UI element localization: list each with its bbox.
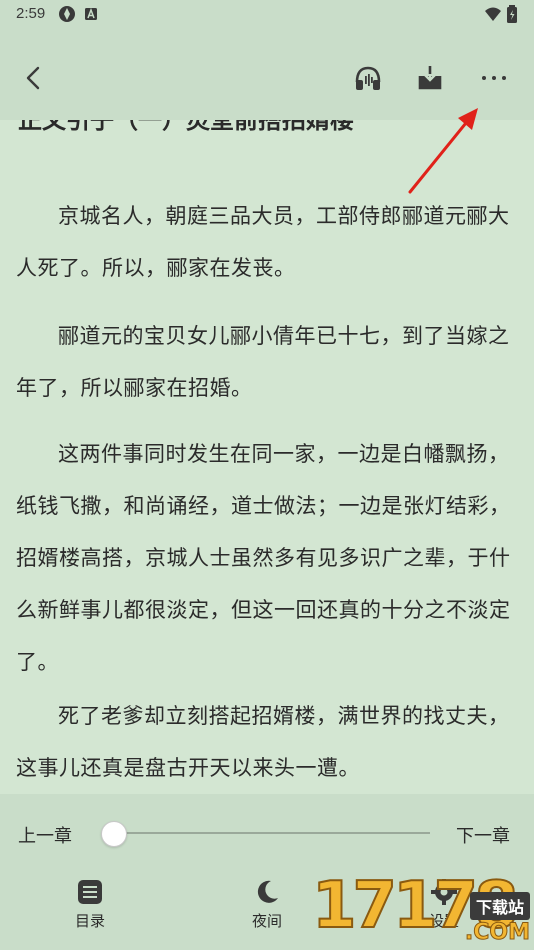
paragraph: 郦道元的宝贝女儿郦小倩年已十七，到了当嫁之年了，所以郦家在招婚。 xyxy=(16,324,510,400)
slider-thumb[interactable] xyxy=(101,821,127,847)
gear-icon xyxy=(431,879,457,905)
tab-catalog[interactable]: 目录 xyxy=(50,878,130,931)
app-notification-icon xyxy=(59,6,75,22)
paragraph: 死了老爹却立刻搭起招婿楼，满世界的找丈夫，这事儿还真是盘古开天以来头一遭。 xyxy=(16,704,510,780)
tab-night-mode[interactable]: 夜间 xyxy=(227,878,307,931)
chapter-progress-slider[interactable] xyxy=(114,832,430,834)
paragraph: 京城名人，朝庭三品大员，工部侍郎郦道元郦大人死了。所以，郦家在发丧。 xyxy=(16,204,510,280)
prev-chapter-button[interactable]: 上一章 xyxy=(18,822,72,848)
audiobook-icon[interactable] xyxy=(348,58,388,98)
reader-bottom-panel: 上一章 下一章 目录 夜间 设置 xyxy=(0,794,534,950)
battery-icon xyxy=(507,5,517,23)
more-options-icon[interactable] xyxy=(474,58,514,98)
a-notification-icon xyxy=(85,7,97,20)
status-time: 2:59 xyxy=(16,5,46,22)
tab-label: 设置 xyxy=(428,912,459,930)
tab-label: 目录 xyxy=(74,912,105,930)
moon-icon xyxy=(257,880,278,903)
list-icon xyxy=(78,880,102,904)
annotation-arrow-icon xyxy=(408,108,478,194)
status-bar: 2:59 xyxy=(0,0,534,30)
paragraph: 这两件事同时发生在同一家，一边是白幡飘扬，纸钱飞撒，和尚诵经，道士做法；一边是张… xyxy=(16,442,511,674)
back-icon[interactable] xyxy=(14,58,54,98)
wifi-icon xyxy=(485,7,501,21)
download-icon[interactable] xyxy=(410,58,450,98)
tab-label: 夜间 xyxy=(251,912,282,930)
tab-settings[interactable]: 设置 xyxy=(404,878,484,931)
next-chapter-button[interactable]: 下一章 xyxy=(456,822,510,848)
